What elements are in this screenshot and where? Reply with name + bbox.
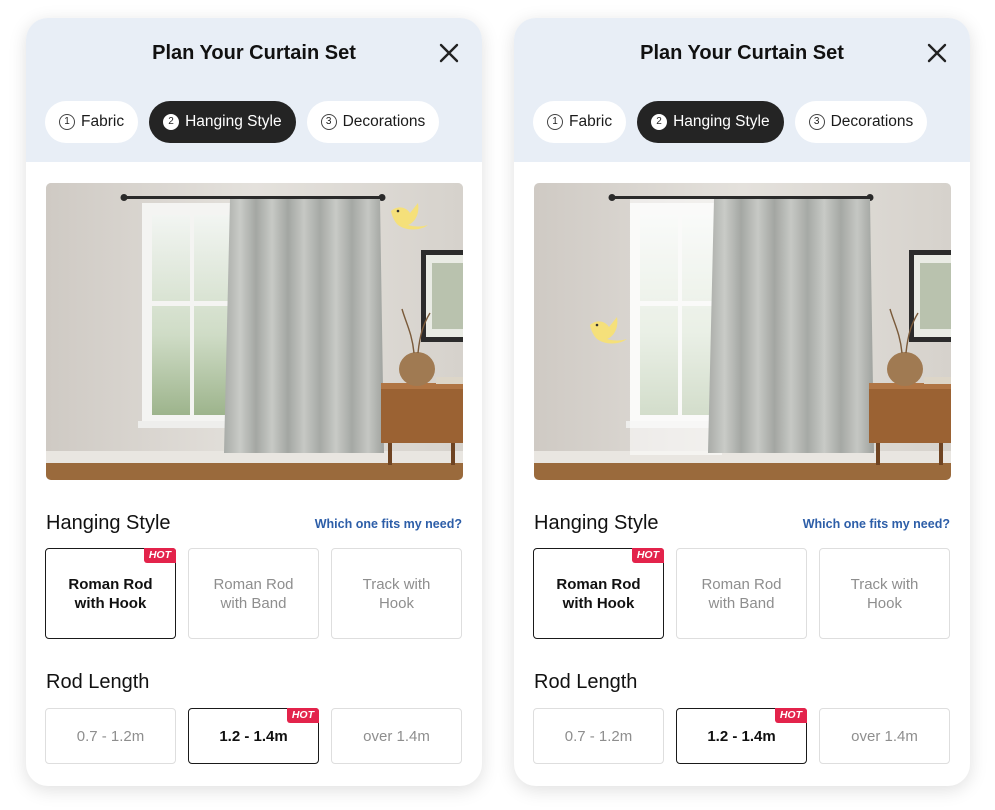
option-label: Roman Rod with Hook <box>68 575 153 612</box>
option-label: 1.2 - 1.4m <box>219 727 288 745</box>
option-label: Track with Hook <box>362 575 431 612</box>
panel-header: Plan Your Curtain Set 1 Fabric 2 Hanging… <box>514 18 970 162</box>
hot-badge: HOT <box>143 548 176 563</box>
step-tabs: 1 Fabric 2 Hanging Style 3 Decorations <box>45 101 440 143</box>
option-label: 0.7 - 1.2m <box>564 727 633 745</box>
step-tab-hanging-style[interactable]: 2 Hanging Style <box>149 101 296 143</box>
step-tab-decorations[interactable]: 3 Decorations <box>306 101 440 143</box>
hanging-option-roman-rod-hook[interactable]: Roman Rod with Hook HOT <box>45 548 176 639</box>
option-label: Roman Rod with Hook <box>556 575 641 612</box>
step-tab-decorations[interactable]: 3 Decorations <box>794 101 928 143</box>
step-label: Decorations <box>830 113 914 130</box>
hanging-option-track-hook[interactable]: Track with Hook <box>819 548 950 639</box>
rod-length-heading: Rod Length <box>534 671 638 693</box>
rod-length-option-medium[interactable]: 1.2 - 1.4m HOT <box>676 708 807 764</box>
hot-badge: HOT <box>631 548 664 563</box>
hot-badge: HOT <box>774 708 807 723</box>
step-label: Fabric <box>569 113 613 130</box>
option-label: 1.2 - 1.4m <box>707 727 776 745</box>
hanging-option-roman-rod-hook[interactable]: Roman Rod with Hook HOT <box>533 548 664 639</box>
step-label: Fabric <box>81 113 125 130</box>
step-number: 2 <box>651 114 668 130</box>
rod-length-option-long[interactable]: over 1.4m <box>819 708 950 764</box>
hanging-option-roman-rod-band[interactable]: Roman Rod with Band <box>188 548 319 639</box>
step-number: 2 <box>163 114 180 130</box>
option-label: over 1.4m <box>363 727 430 745</box>
step-label: Decorations <box>342 113 426 130</box>
panel-title: Plan Your Curtain Set <box>152 42 356 64</box>
option-label: over 1.4m <box>851 727 918 745</box>
hanging-option-track-hook[interactable]: Track with Hook <box>331 548 462 639</box>
step-label: Hanging Style <box>673 113 770 130</box>
curtain-preview-image <box>46 183 463 480</box>
hot-badge: HOT <box>286 708 319 723</box>
close-icon[interactable] <box>438 42 460 64</box>
hanging-option-roman-rod-band[interactable]: Roman Rod with Band <box>676 548 807 639</box>
close-icon[interactable] <box>926 42 948 64</box>
step-tab-hanging-style[interactable]: 2 Hanging Style <box>637 101 784 143</box>
option-label: Roman Rod with Band <box>701 575 782 612</box>
curtain-planner-panel-left: Plan Your Curtain Set 1 Fabric 2 Hanging… <box>26 18 482 786</box>
help-link[interactable]: Which one fits my need? <box>803 517 950 531</box>
hanging-style-heading: Hanging Style <box>534 512 659 534</box>
rod-length-heading: Rod Length <box>46 671 150 693</box>
option-label: Track with Hook <box>850 575 919 612</box>
step-number: 1 <box>547 114 563 130</box>
rod-length-option-medium[interactable]: 1.2 - 1.4m HOT <box>188 708 319 764</box>
step-tabs: 1 Fabric 2 Hanging Style 3 Decorations <box>533 101 928 143</box>
step-number: 1 <box>59 114 75 130</box>
option-label: Roman Rod with Band <box>213 575 294 612</box>
curtain-planner-panel-right: Plan Your Curtain Set 1 Fabric 2 Hanging… <box>514 18 970 786</box>
curtain-preview-image <box>534 183 951 480</box>
rod-length-option-short[interactable]: 0.7 - 1.2m <box>533 708 664 764</box>
rod-length-option-short[interactable]: 0.7 - 1.2m <box>45 708 176 764</box>
step-number: 3 <box>320 114 337 130</box>
step-tab-fabric[interactable]: 1 Fabric <box>533 101 627 143</box>
rod-length-option-long[interactable]: over 1.4m <box>331 708 462 764</box>
step-label: Hanging Style <box>185 113 282 130</box>
help-link[interactable]: Which one fits my need? <box>315 517 462 531</box>
hanging-style-heading: Hanging Style <box>46 512 171 534</box>
step-number: 3 <box>808 114 825 130</box>
step-tab-fabric[interactable]: 1 Fabric <box>45 101 139 143</box>
option-label: 0.7 - 1.2m <box>76 727 145 745</box>
panel-title: Plan Your Curtain Set <box>640 42 844 64</box>
panel-header: Plan Your Curtain Set 1 Fabric 2 Hanging… <box>26 18 482 162</box>
